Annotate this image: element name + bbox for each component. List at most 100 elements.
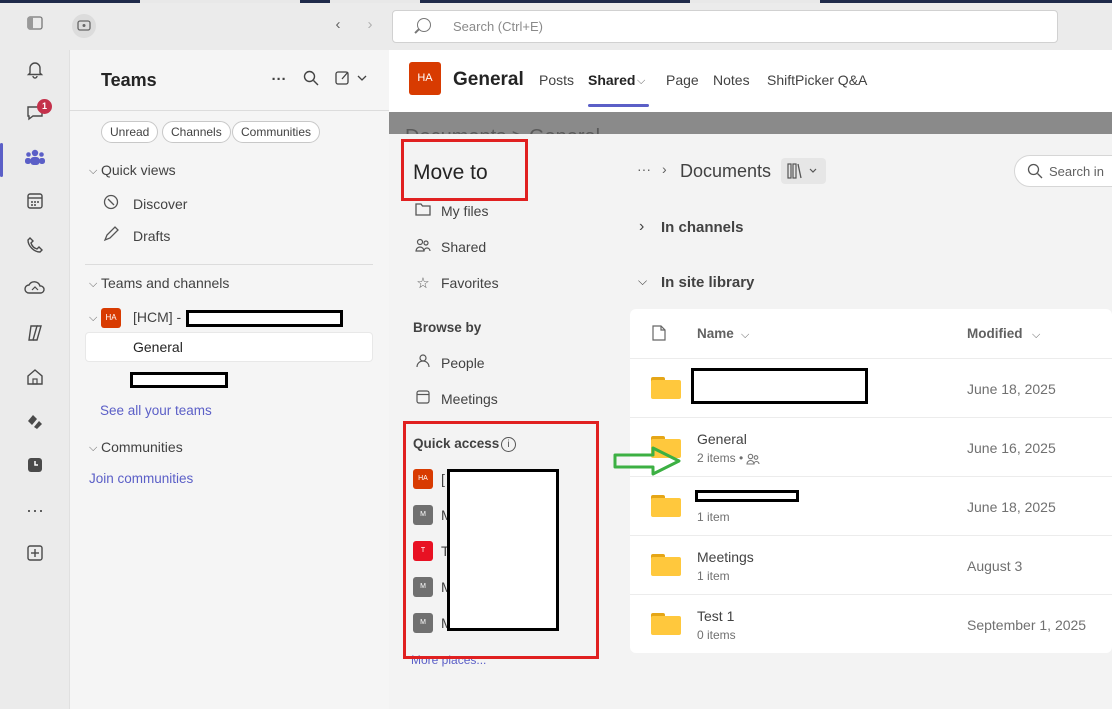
compose-chevron-icon[interactable]	[334, 70, 368, 92]
discover-icon	[101, 194, 121, 216]
copilot-app-icon[interactable]	[72, 14, 96, 38]
see-all-teams-link[interactable]: See all your teams	[100, 403, 212, 418]
people-icon	[414, 238, 432, 256]
folder-icon	[651, 377, 681, 399]
annotation-box-move-to	[401, 139, 528, 201]
shared-link[interactable]: Shared	[441, 239, 486, 255]
file-item-count: 0 items	[697, 628, 736, 642]
file-modified: June 18, 2025	[967, 499, 1056, 515]
library-breadcrumb[interactable]: Documents	[680, 161, 771, 182]
calendar-icon[interactable]	[22, 191, 48, 215]
quick-views-label[interactable]: Quick views	[101, 162, 176, 178]
communities-label[interactable]: Communities	[101, 439, 183, 455]
column-header-modified[interactable]: Modified	[967, 326, 1023, 341]
folder-icon	[651, 613, 681, 635]
file-modified: September 1, 2025	[967, 617, 1087, 633]
in-channels-chevron-icon[interactable]: ›	[639, 218, 644, 236]
tab-shared-chevron-icon[interactable]: ⌵	[637, 75, 645, 88]
file-modified: June 16, 2025	[967, 440, 1056, 456]
file-modified: June 18, 2025	[967, 381, 1056, 397]
tab-shiftpicker[interactable]: ShiftPicker Q&A	[767, 72, 867, 88]
rail-active-indicator	[0, 143, 3, 177]
in-site-library-chevron-icon[interactable]: ⌵	[638, 274, 647, 289]
in-channels-label[interactable]: In channels	[661, 219, 744, 236]
folder-icon	[651, 495, 681, 517]
team-expand-chevron-icon[interactable]: ⌵	[89, 312, 97, 325]
favorites-link[interactable]: Favorites	[441, 275, 499, 291]
more-options-icon[interactable]: ···	[270, 70, 288, 90]
tab-posts[interactable]: Posts	[539, 72, 574, 88]
discover-link[interactable]: Discover	[133, 196, 187, 212]
phone-icon[interactable]	[22, 235, 48, 259]
teams-search-icon[interactable]	[302, 70, 320, 92]
team-avatar: HA	[101, 308, 121, 328]
people-link[interactable]: People	[441, 355, 485, 371]
row-divider	[630, 535, 1112, 536]
active-tab-indicator	[588, 104, 649, 107]
row-divider	[630, 476, 1112, 477]
sidebar-toggle-icon[interactable]	[26, 16, 44, 36]
file-type-icon	[652, 325, 666, 346]
shared-people-icon	[746, 452, 760, 470]
breadcrumb-more-icon[interactable]: ···	[637, 161, 651, 177]
drafts-link[interactable]: Drafts	[133, 228, 170, 244]
teams-icon[interactable]	[22, 147, 48, 171]
person-icon	[414, 354, 432, 372]
tab-page[interactable]: Page	[666, 72, 699, 88]
bell-icon[interactable]	[22, 59, 48, 83]
home-icon[interactable]	[22, 367, 48, 391]
library-search-placeholder: Search in	[1049, 164, 1104, 179]
row-divider	[630, 358, 1112, 359]
back-arrow-icon[interactable]: ‹	[330, 15, 346, 35]
library-search-input[interactable]: Search in	[1014, 155, 1112, 187]
quick-views-chevron-icon[interactable]: ⌵	[89, 165, 97, 178]
meetings-link[interactable]: Meetings	[441, 391, 498, 407]
search-input[interactable]: Search (Ctrl+E)	[392, 10, 1058, 43]
tab-notes[interactable]: Notes	[713, 72, 750, 88]
browse-by-label: Browse by	[413, 320, 482, 335]
library-view-switcher-icon[interactable]	[781, 158, 826, 184]
communities-chevron-icon[interactable]: ⌵	[89, 442, 97, 455]
teams-channels-chevron-icon[interactable]: ⌵	[89, 278, 97, 291]
team-name[interactable]: [HCM] -	[133, 309, 181, 325]
planner-icon[interactable]	[22, 411, 48, 435]
filter-unread[interactable]: Unread	[101, 121, 159, 143]
more-apps-icon[interactable]: ···	[22, 498, 48, 522]
forward-arrow-icon[interactable]: ›	[362, 15, 378, 35]
teams-panel-divider	[69, 110, 389, 111]
file-name[interactable]: General	[697, 431, 747, 447]
file-name[interactable]: Meetings	[697, 549, 754, 565]
join-communities-link[interactable]: Join communities	[89, 471, 193, 486]
redaction-box	[691, 368, 868, 404]
shifts-clock-icon[interactable]	[22, 455, 48, 479]
in-site-library-label[interactable]: In site library	[661, 274, 754, 291]
sort-chevron-icon[interactable]: ⌵	[741, 329, 749, 342]
filter-communities[interactable]: Communities	[232, 121, 321, 143]
teams-panel	[69, 50, 389, 709]
annotation-box-quick-access	[403, 421, 599, 659]
drafts-pencil-icon	[101, 226, 121, 248]
column-header-name[interactable]: Name	[697, 326, 734, 341]
row-divider	[630, 417, 1112, 418]
file-modified: August 3	[967, 558, 1023, 574]
my-files-link[interactable]: My files	[441, 203, 488, 219]
channel-general[interactable]: General	[133, 339, 183, 355]
onedrive-icon[interactable]	[22, 279, 48, 303]
redaction-box	[186, 310, 343, 327]
copilot-icon[interactable]	[22, 323, 48, 347]
sort-chevron-icon[interactable]: ⌵	[1032, 329, 1040, 342]
section-divider	[85, 264, 373, 265]
annotation-arrow	[613, 446, 683, 481]
channel-general-row[interactable]	[85, 332, 373, 362]
tab-shared[interactable]: Shared	[588, 72, 635, 88]
add-app-icon[interactable]	[22, 543, 48, 567]
channel-title: General	[453, 69, 524, 90]
teams-and-channels-label[interactable]: Teams and channels	[101, 275, 229, 291]
teams-panel-title: Teams	[101, 70, 157, 90]
documents-breadcrumb: Documents > General	[405, 126, 600, 134]
documents-breadcrumb-overlay: Documents > General	[389, 112, 1112, 134]
star-icon: ☆	[416, 275, 430, 292]
row-divider	[630, 594, 1112, 595]
file-name[interactable]: Test 1	[697, 608, 734, 624]
filter-channels[interactable]: Channels	[162, 121, 231, 143]
